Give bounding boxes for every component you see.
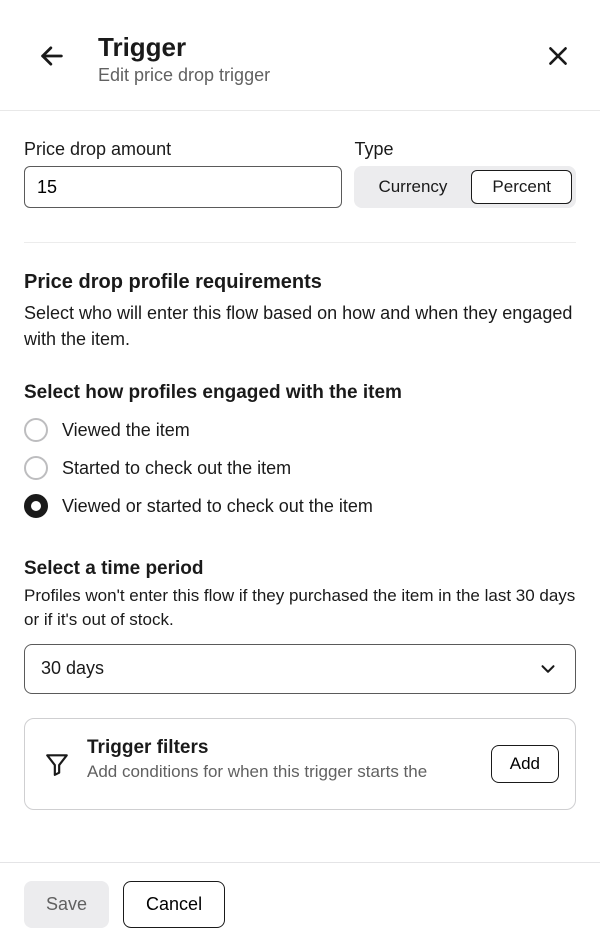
modal-footer: Save Cancel <box>0 862 600 952</box>
type-option-percent[interactable]: Percent <box>471 170 572 204</box>
amount-label: Price drop amount <box>24 139 342 160</box>
type-segmented-control: Currency Percent <box>354 166 576 208</box>
close-icon <box>545 43 571 69</box>
page-subtitle: Edit price drop trigger <box>98 65 540 86</box>
radio-icon <box>24 418 48 442</box>
trigger-filters-card: Trigger filters Add conditions for when … <box>24 718 576 810</box>
requirements-section: Price drop profile requirements Select w… <box>24 271 576 352</box>
close-button[interactable] <box>540 38 576 74</box>
chevron-down-icon <box>537 658 559 680</box>
type-option-currency[interactable]: Currency <box>358 170 467 204</box>
back-button[interactable] <box>34 38 70 74</box>
cancel-button[interactable]: Cancel <box>123 881 225 928</box>
requirements-title: Price drop profile requirements <box>24 271 576 294</box>
engagement-title: Select how profiles engaged with the ite… <box>24 382 576 404</box>
engagement-option-both[interactable]: Viewed or started to check out the item <box>24 494 576 518</box>
time-period-section: Select a time period Profiles won't ente… <box>24 558 576 694</box>
modal-content: Price drop amount Type Currency Percent … <box>0 111 600 810</box>
amount-type-row: Price drop amount Type Currency Percent <box>24 139 576 208</box>
trigger-filters-title: Trigger filters <box>87 737 477 759</box>
engagement-option-checkout[interactable]: Started to check out the item <box>24 456 576 480</box>
engagement-option-label: Started to check out the item <box>62 458 291 479</box>
filter-icon <box>44 751 70 777</box>
add-filter-button[interactable]: Add <box>491 745 559 783</box>
modal-header: Trigger Edit price drop trigger <box>0 0 600 111</box>
trigger-filters-text: Trigger filters Add conditions for when … <box>87 737 477 784</box>
amount-input[interactable] <box>24 166 342 208</box>
header-titles: Trigger Edit price drop trigger <box>98 32 540 86</box>
trigger-filters-description: Add conditions for when this trigger sta… <box>87 761 477 784</box>
engagement-option-label: Viewed or started to check out the item <box>62 496 373 517</box>
arrow-left-icon <box>38 42 66 70</box>
engagement-option-label: Viewed the item <box>62 420 190 441</box>
time-period-select[interactable]: 30 days <box>24 644 576 694</box>
time-period-value: 30 days <box>41 658 104 679</box>
type-label: Type <box>354 139 576 160</box>
divider <box>24 242 576 243</box>
engagement-option-viewed[interactable]: Viewed the item <box>24 418 576 442</box>
radio-icon <box>24 456 48 480</box>
save-button[interactable]: Save <box>24 881 109 928</box>
time-period-description: Profiles won't enter this flow if they p… <box>24 584 576 632</box>
requirements-description: Select who will enter this flow based on… <box>24 300 576 352</box>
type-field: Type Currency Percent <box>354 139 576 208</box>
engagement-radio-group: Viewed the item Started to check out the… <box>24 418 576 518</box>
page-title: Trigger <box>98 32 540 63</box>
amount-field: Price drop amount <box>24 139 342 208</box>
time-period-title: Select a time period <box>24 558 576 580</box>
radio-icon <box>24 494 48 518</box>
filter-icon-wrap <box>41 751 73 777</box>
